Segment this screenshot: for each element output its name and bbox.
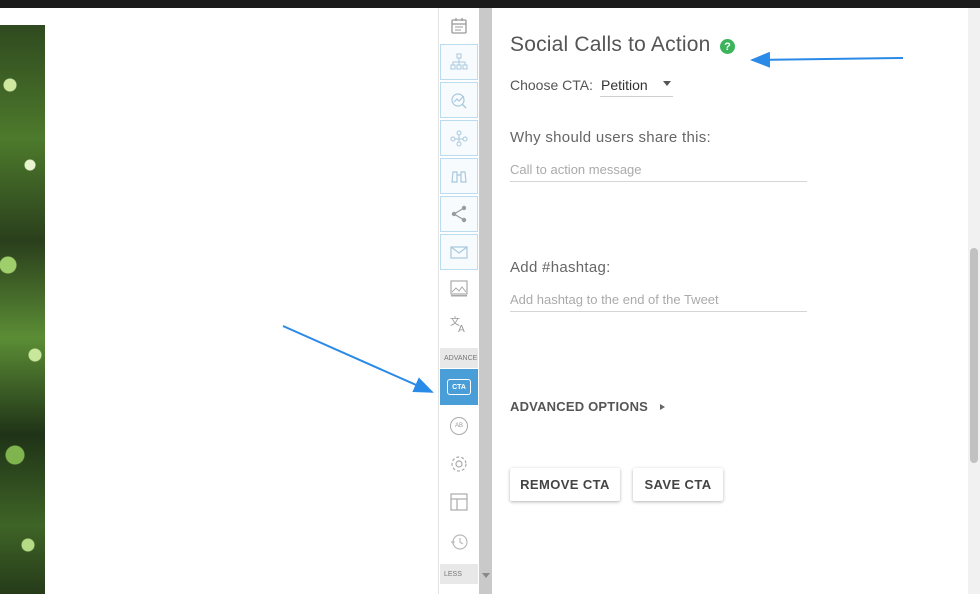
scroll-down-arrow-icon[interactable] — [482, 573, 490, 578]
sidebar-item-settings[interactable] — [440, 446, 478, 482]
save-cta-button[interactable]: SAVE CTA — [633, 468, 723, 501]
chevron-down-icon — [663, 81, 671, 86]
help-icon[interactable]: ? — [720, 39, 735, 54]
background-photo — [0, 25, 45, 594]
page-scrollbar-thumb[interactable] — [970, 248, 978, 463]
cta-icon: CTA — [447, 379, 471, 395]
advanced-options-toggle[interactable]: ADVANCED OPTIONS — [510, 399, 666, 414]
calendar-icon — [451, 18, 467, 34]
email-icon — [450, 246, 468, 259]
image-icon — [450, 280, 468, 297]
sidebar-item-history[interactable] — [440, 524, 478, 560]
share-message-input[interactable] — [510, 157, 807, 182]
panel-title: Social Calls to Action — [510, 33, 711, 56]
sidebar-item-analytics[interactable] — [440, 82, 478, 118]
sidebar-scrollbar[interactable] — [479, 8, 492, 594]
remove-cta-button[interactable]: REMOVE CTA — [510, 468, 620, 501]
svg-text:A: A — [458, 324, 465, 334]
annotation-arrow-title — [750, 51, 904, 68]
triangle-right-icon — [660, 403, 666, 410]
cta-type-select[interactable]: Petition — [600, 75, 673, 97]
sitemap-icon — [450, 53, 468, 70]
hashtag-input[interactable] — [510, 287, 807, 312]
sidebar-item-calendar[interactable] — [440, 8, 478, 44]
sidebar-item-binoculars[interactable] — [440, 158, 478, 194]
sidebar-item-image[interactable] — [440, 270, 478, 306]
page-scrollbar[interactable] — [968, 8, 980, 594]
share-message-label: Why should users share this: — [510, 129, 711, 146]
history-icon — [451, 534, 468, 550]
layout-icon — [450, 493, 468, 511]
annotation-arrow-cta — [282, 325, 434, 393]
top-window-bar — [0, 0, 980, 8]
gear-icon — [451, 456, 467, 472]
translate-icon: 文A — [450, 315, 465, 334]
sidebar-item-network[interactable] — [440, 120, 478, 156]
analytics-icon — [451, 93, 467, 109]
ab-test-icon: AB — [450, 417, 468, 435]
sidebar-item-translate[interactable]: 文A — [440, 306, 478, 342]
cta-type-value: Petition — [601, 77, 648, 93]
sidebar-less-toggle[interactable]: LESS — [440, 564, 478, 584]
sidebar-item-layout[interactable] — [440, 484, 478, 520]
editor-sidebar: 文A ADVANCED CTA AB LESS — [438, 8, 479, 594]
sidebar-item-share[interactable] — [440, 196, 478, 232]
people-network-icon — [450, 130, 468, 147]
sidebar-item-sitemap[interactable] — [440, 44, 478, 80]
sidebar-item-cta[interactable]: CTA — [440, 369, 478, 405]
hashtag-label: Add #hashtag: — [510, 259, 611, 276]
binoculars-icon — [451, 171, 467, 183]
sidebar-item-email[interactable] — [440, 234, 478, 270]
choose-cta-label: Choose CTA: — [510, 77, 593, 93]
advanced-options-label: ADVANCED OPTIONS — [510, 399, 649, 414]
sidebar-item-ab-test[interactable]: AB — [440, 408, 478, 444]
sidebar-section-label: ADVANCED — [440, 348, 478, 368]
less-label: LESS — [444, 570, 462, 578]
share-icon — [451, 205, 467, 223]
